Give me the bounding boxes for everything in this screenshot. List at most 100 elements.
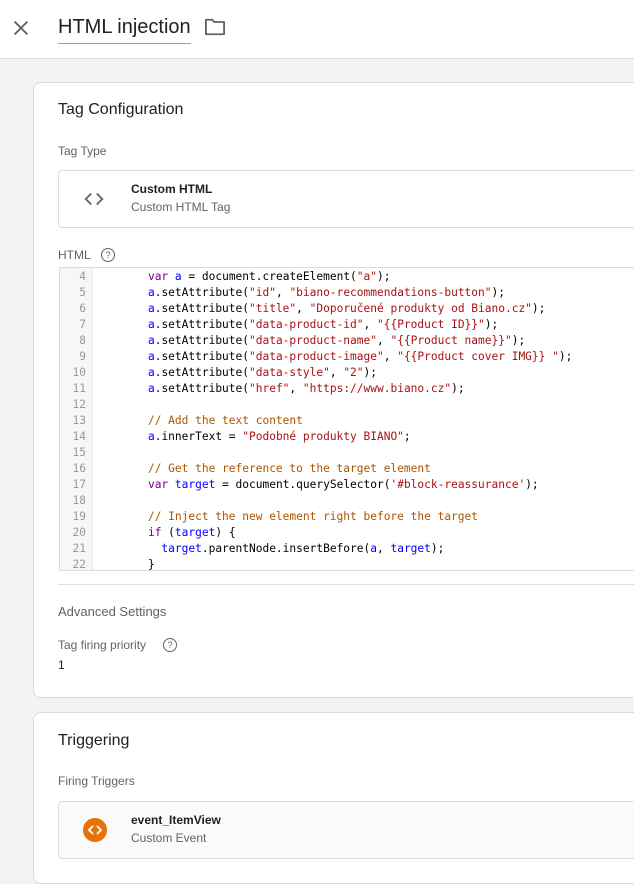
line-number: 17 bbox=[72, 478, 86, 491]
header-bar: HTML injection bbox=[0, 0, 634, 59]
code-token: target bbox=[161, 542, 202, 555]
code-token: a bbox=[147, 366, 155, 379]
line-number: 14 bbox=[72, 430, 86, 443]
code-token: ); bbox=[363, 366, 378, 379]
code-text: var a = document.createElement("a"); bbox=[121, 269, 391, 285]
close-icon[interactable] bbox=[10, 17, 32, 39]
code-line[interactable]: 5 a.setAttribute("id", "biano-recommenda… bbox=[60, 285, 634, 301]
code-token: = document.createElement( bbox=[181, 270, 357, 283]
code-line[interactable]: 7 a.setAttribute("data-product-id", "{{P… bbox=[60, 317, 634, 333]
line-number: 19 bbox=[72, 510, 86, 523]
code-token: = document.querySelector( bbox=[215, 478, 391, 491]
code-token: a bbox=[147, 350, 155, 363]
code-token: ); bbox=[491, 286, 505, 299]
code-line[interactable]: 21 target.parentNode.insertBefore(a, tar… bbox=[60, 541, 634, 557]
line-number: 10 bbox=[72, 366, 86, 379]
folder-icon[interactable] bbox=[204, 17, 226, 37]
code-token: "2" bbox=[343, 366, 364, 379]
line-number: 16 bbox=[72, 462, 86, 475]
code-token: "{{Product cover IMG}} " bbox=[397, 350, 559, 363]
code-token: "data-product-name" bbox=[249, 334, 377, 347]
code-token: a bbox=[174, 270, 182, 283]
html-label: HTML bbox=[58, 248, 91, 262]
tag-configuration-card[interactable]: Tag Configuration Tag Type Custom HTML C… bbox=[33, 82, 634, 698]
line-number: 21 bbox=[72, 542, 86, 555]
tag-firing-priority-label: Tag firing priority bbox=[58, 638, 147, 652]
code-line[interactable]: 15 bbox=[60, 445, 634, 461]
code-line[interactable]: 11 a.setAttribute("href", "https://www.b… bbox=[60, 381, 634, 397]
code-token: // Inject the new element right before t… bbox=[147, 510, 478, 523]
code-token: "data-product-image" bbox=[249, 350, 384, 363]
code-text: a.setAttribute("data-style", "2"); bbox=[121, 365, 377, 381]
tag-configuration-title: Tag Configuration bbox=[58, 101, 184, 118]
code-token: .setAttribute( bbox=[154, 302, 249, 315]
code-line[interactable]: 6 a.setAttribute("title", "Doporučené pr… bbox=[60, 301, 634, 317]
code-token: , bbox=[275, 286, 290, 299]
line-number: 4 bbox=[79, 270, 86, 283]
line-number: 5 bbox=[79, 286, 86, 299]
page-title[interactable]: HTML injection bbox=[58, 16, 191, 44]
line-number: 20 bbox=[72, 526, 86, 539]
tag-type-selector[interactable]: Custom HTML Custom HTML Tag bbox=[58, 170, 634, 228]
code-token: ); bbox=[451, 382, 465, 395]
code-token: ); bbox=[531, 302, 546, 315]
code-text: // Inject the new element right before t… bbox=[121, 509, 478, 525]
code-text: a.setAttribute("data-product-name", "{{P… bbox=[121, 333, 525, 349]
code-token: ( bbox=[161, 526, 175, 539]
help-icon[interactable]: ? bbox=[101, 248, 115, 262]
line-number: 13 bbox=[72, 414, 86, 427]
code-token: .parentNode.insertBefore( bbox=[201, 542, 371, 555]
code-token: "https://www.biano.cz" bbox=[302, 382, 452, 395]
code-line[interactable]: 20 if (target) { bbox=[60, 525, 634, 541]
code-line[interactable]: 9 a.setAttribute("data-product-image", "… bbox=[60, 349, 634, 365]
code-line[interactable]: 13 // Add the text content bbox=[60, 413, 634, 429]
code-line[interactable]: 19 // Inject the new element right befor… bbox=[60, 509, 634, 525]
code-line[interactable]: 12 bbox=[60, 397, 634, 413]
code-line[interactable]: 4 var a = document.createElement("a"); bbox=[60, 269, 634, 285]
code-token: ); bbox=[511, 334, 526, 347]
tag-type-description: Custom HTML Tag bbox=[131, 200, 231, 214]
triggering-card[interactable]: Triggering Firing Triggers event_ItemVie… bbox=[33, 712, 634, 884]
code-token: target bbox=[174, 526, 216, 539]
code-line[interactable]: 18 bbox=[60, 493, 634, 509]
line-number: 15 bbox=[72, 446, 86, 459]
code-line[interactable]: 22 } bbox=[60, 557, 634, 571]
code-token: ; bbox=[403, 430, 411, 443]
code-token: ) { bbox=[215, 526, 236, 539]
code-line[interactable]: 14 a.innerText = "Podobné produkty BIANO… bbox=[60, 429, 634, 445]
code-line[interactable]: 16 // Get the reference to the target el… bbox=[60, 461, 634, 477]
advanced-settings-title[interactable]: Advanced Settings bbox=[58, 604, 166, 619]
triggering-title: Triggering bbox=[58, 732, 130, 749]
code-text: // Get the reference to the target eleme… bbox=[121, 461, 431, 477]
code-token: "data-product-id" bbox=[249, 318, 364, 331]
code-text: a.setAttribute("title", "Doporučené prod… bbox=[121, 301, 545, 317]
code-token: } bbox=[121, 558, 155, 571]
code-line[interactable]: 17 var target = document.querySelector('… bbox=[60, 477, 634, 493]
code-line[interactable]: 8 a.setAttribute("data-product-name", "{… bbox=[60, 333, 634, 349]
code-token: target bbox=[174, 478, 216, 491]
code-line[interactable]: 10 a.setAttribute("data-style", "2"); bbox=[60, 365, 634, 381]
code-token: ); bbox=[558, 350, 573, 363]
code-token: ); bbox=[377, 270, 391, 283]
code-token: ); bbox=[430, 542, 445, 555]
code-token: a bbox=[147, 286, 155, 299]
code-token: var bbox=[147, 478, 169, 491]
trigger-item[interactable]: event_ItemView Custom Event bbox=[58, 801, 634, 859]
line-number: 8 bbox=[79, 334, 86, 347]
help-icon[interactable]: ? bbox=[163, 638, 177, 652]
code-token: .setAttribute( bbox=[154, 366, 249, 379]
line-number: 11 bbox=[72, 382, 86, 395]
tag-type-label: Tag Type bbox=[58, 144, 107, 158]
code-text: // Add the text content bbox=[121, 413, 303, 429]
tag-firing-priority-value[interactable]: 1 bbox=[58, 658, 65, 672]
code-text: target.parentNode.insertBefore(a, target… bbox=[121, 541, 444, 557]
code-token: // Get the reference to the target eleme… bbox=[147, 462, 431, 475]
code-text: if (target) { bbox=[121, 525, 236, 541]
html-code-editor[interactable]: 4 var a = document.createElement("a"); 5 … bbox=[59, 267, 634, 571]
